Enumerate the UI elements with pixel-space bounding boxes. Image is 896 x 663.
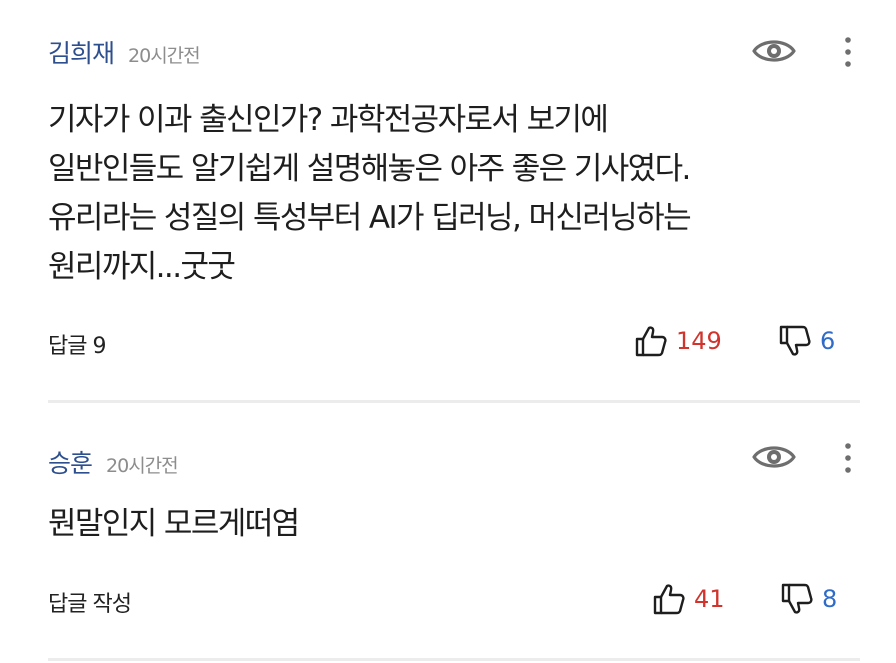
comment-item: 승훈 20시간전 뭔말인지 모르게떠염 답글 작성 41 8 <box>0 404 896 658</box>
comment-header: 승훈 20시간전 <box>48 444 179 480</box>
comment-body: 뭔말인지 모르게떠염 <box>48 500 848 549</box>
thumbs-up-icon <box>653 584 685 615</box>
comment-time: 20시간전 <box>106 455 179 477</box>
comment-body: 기자가 이과 출신인가? 과학전공자로서 보기에 일반인들도 알기쉽게 설명해놓… <box>48 96 848 292</box>
comment-divider <box>48 400 860 403</box>
thumbs-up-icon <box>635 326 667 357</box>
thumbs-down-icon <box>781 583 813 614</box>
comment-author[interactable]: 김희재 <box>48 34 115 70</box>
comment-header: 김희재 20시간전 <box>48 34 201 70</box>
comment-footer: 답글 작성 41 8 <box>48 582 860 622</box>
like-count: 41 <box>694 585 725 613</box>
eye-icon[interactable] <box>752 36 796 66</box>
dislike-count: 6 <box>820 327 836 355</box>
reply-button[interactable]: 답글 9 <box>48 328 106 360</box>
comment-author[interactable]: 승훈 <box>48 444 93 480</box>
like-button[interactable]: 41 <box>652 582 725 616</box>
eye-icon[interactable] <box>752 442 796 472</box>
thumbs-down-icon <box>779 325 811 356</box>
comment-divider <box>48 658 860 661</box>
comment-line: 뭔말인지 모르게떠염 <box>48 506 300 542</box>
more-vertical-icon[interactable] <box>838 34 858 70</box>
comment-line: 유리라는 성질의 특성부터 AI가 딥러닝, 머신러닝하는 <box>48 200 692 236</box>
reply-button[interactable]: 답글 작성 <box>48 586 132 618</box>
dislike-count: 8 <box>822 585 838 613</box>
like-button[interactable]: 149 <box>634 324 722 358</box>
comment-footer: 답글 9 149 6 <box>48 324 860 364</box>
comment-item: 김희재 20시간전 기자가 이과 출신인가? 과학전공자로서 보기에 일반인들도… <box>0 0 896 402</box>
comment-line: 원리까지...굿굿 <box>48 249 236 285</box>
comment-line: 일반인들도 알기쉽게 설명해놓은 아주 좋은 기사였다. <box>48 151 691 187</box>
comment-time: 20시간전 <box>128 45 201 67</box>
like-count: 149 <box>676 327 722 355</box>
dislike-button[interactable]: 8 <box>780 582 837 616</box>
comment-line: 기자가 이과 출신인가? 과학전공자로서 보기에 <box>48 102 609 138</box>
dislike-button[interactable]: 6 <box>778 324 835 358</box>
more-vertical-icon[interactable] <box>838 440 858 476</box>
